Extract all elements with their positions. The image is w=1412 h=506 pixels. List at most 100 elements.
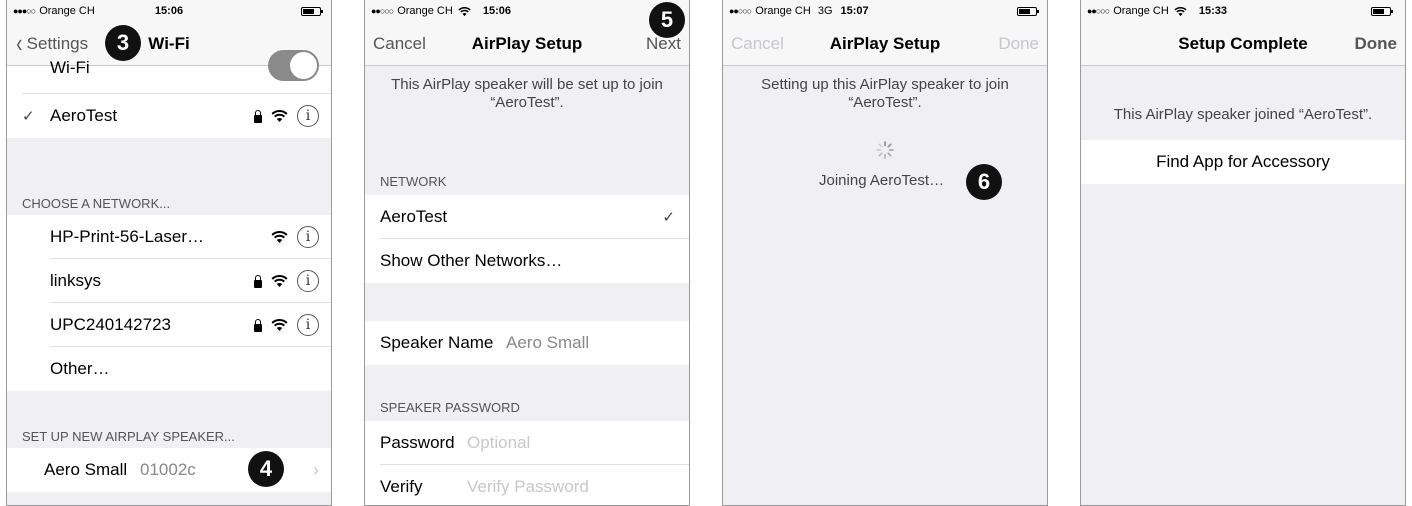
signal-dots-icon: ●●○○○	[729, 6, 752, 16]
cancel-button[interactable]: Cancel	[731, 34, 784, 54]
password-row[interactable]: Password Optional	[365, 421, 689, 465]
show-other-networks-row[interactable]: Show Other Networks…	[365, 239, 689, 283]
password-label: Password	[380, 433, 455, 452]
status-time: 15:33	[1198, 5, 1227, 17]
status-bar: ●●○○○ Orange CH 3G 15:07	[723, 0, 1047, 22]
complete-message: This AirPlay speaker joined “AeroTest”.	[1113, 106, 1373, 123]
network-type: 3G	[817, 5, 833, 17]
status-bar: ●●○○○ Orange CH 15:33	[1081, 0, 1405, 22]
network-name: UPC240142723	[50, 315, 171, 334]
status-time: 15:06	[482, 5, 511, 17]
find-app-row[interactable]: Find App for Accessory	[1081, 140, 1405, 184]
page-title: Wi-Fi	[148, 33, 190, 53]
other-network-row[interactable]: Other…	[7, 347, 331, 391]
wifi-signal-icon	[271, 231, 288, 243]
battery-icon	[301, 7, 323, 16]
network-row[interactable]: UPC240142723 i	[7, 303, 331, 347]
lock-icon	[254, 318, 262, 332]
info-icon[interactable]: i	[297, 105, 319, 127]
page-title: AirPlay Setup	[471, 33, 583, 53]
wifi-settings-screen: ●●●○○ Orange CH 15:06 ‹ Settings Wi-Fi W…	[6, 0, 332, 506]
toggle-knob	[290, 52, 317, 79]
navigation-bar: Cancel AirPlay Setup Done	[723, 22, 1047, 66]
network-icons: i	[254, 314, 319, 336]
setup-message: Setting up this AirPlay speaker to join …	[761, 76, 1009, 111]
step-badge: 3	[105, 25, 141, 61]
page-title: Setup Complete	[1178, 33, 1308, 53]
show-other-networks-label: Show Other Networks…	[380, 251, 563, 270]
network-icons: i	[271, 226, 319, 248]
navigation-bar: Setup Complete Done	[1081, 22, 1405, 66]
carrier-label: Orange CH	[1113, 5, 1169, 17]
back-button-label: Settings	[26, 33, 89, 53]
speaker-id: 01002c	[140, 460, 196, 479]
status-time: 15:07	[840, 5, 869, 17]
wifi-toggle[interactable]	[268, 50, 319, 81]
password-field[interactable]: Optional	[467, 433, 530, 453]
done-button[interactable]: Done	[998, 34, 1039, 54]
wifi-row-label: Wi-Fi	[50, 58, 90, 77]
done-button[interactable]: Done	[1355, 34, 1398, 54]
lock-icon	[254, 109, 262, 123]
network-icons: i	[254, 105, 319, 127]
carrier-label: Orange CH	[39, 5, 95, 17]
step-badge: 5	[649, 2, 685, 38]
wifi-signal-icon	[271, 319, 288, 331]
status-bar: ●●○○○ Orange CH 15:06	[365, 0, 689, 22]
wifi-toggle-row: Wi-Fi	[7, 50, 331, 94]
verify-password-field[interactable]: Verify Password	[467, 477, 589, 497]
wifi-signal-icon	[271, 275, 288, 287]
airplay-joining-screen: ●●○○○ Orange CH 3G 15:07 Cancel AirPlay …	[722, 0, 1048, 506]
battery-icon	[1371, 7, 1393, 16]
intro-text: This AirPlay speaker will be set up to j…	[391, 76, 663, 111]
speaker-name: Aero Small	[44, 460, 128, 479]
network-name: linksys	[50, 271, 102, 290]
carrier-label: Orange CH	[397, 5, 453, 17]
setup-complete-screen: ●●○○○ Orange CH 15:33 Setup Complete Don…	[1080, 0, 1406, 506]
network-row[interactable]: HP-Print-56-Laser… i	[7, 215, 331, 259]
step-badge: 4	[248, 451, 284, 487]
joining-status: Joining AeroTest…	[819, 172, 945, 189]
connected-network-name: AeroTest	[50, 106, 118, 125]
verify-row[interactable]: Verify Verify Password	[365, 465, 689, 505]
navigation-bar: Cancel AirPlay Setup Next	[365, 22, 689, 66]
info-icon[interactable]: i	[297, 226, 319, 248]
speaker-name-row[interactable]: Speaker Name Aero Small	[365, 321, 689, 365]
carrier-label: Orange CH	[755, 5, 811, 17]
find-app-button[interactable]: Find App for Accessory	[1156, 152, 1330, 172]
info-icon[interactable]: i	[297, 314, 319, 336]
signal-dots-icon: ●●○○○	[371, 6, 394, 16]
status-bar: ●●●○○ Orange CH 15:06	[7, 0, 331, 22]
wifi-signal-icon	[458, 6, 471, 16]
info-icon[interactable]: i	[297, 270, 319, 292]
wifi-signal-icon	[1174, 6, 1187, 16]
signal-dots-icon: ●●○○○	[1087, 6, 1110, 16]
airplay-speaker-header: SET UP NEW AIRPLAY SPEAKER...	[22, 429, 235, 444]
cancel-button[interactable]: Cancel	[373, 34, 426, 54]
network-header: NETWORK	[380, 174, 447, 189]
page-title: AirPlay Setup	[829, 33, 941, 53]
chevron-left-icon: ‹	[16, 28, 23, 58]
network-row[interactable]: linksys i	[7, 259, 331, 303]
status-time: 15:06	[154, 5, 184, 17]
connected-network-row[interactable]: ✓ AeroTest i	[7, 94, 331, 138]
speaker-name-label: Speaker Name	[380, 333, 494, 352]
back-button[interactable]: ‹ Settings	[15, 28, 89, 58]
step-badge: 6	[966, 164, 1002, 200]
spinner-icon	[876, 141, 894, 159]
lock-icon	[254, 274, 262, 288]
checkmark-icon: ✓	[662, 209, 675, 226]
speaker-password-header: SPEAKER PASSWORD	[380, 400, 520, 415]
network-icons: i	[254, 270, 319, 292]
selected-network-row[interactable]: AeroTest ✓	[365, 195, 689, 239]
chevron-right-icon: ›	[313, 459, 319, 480]
network-name: HP-Print-56-Laser…	[50, 227, 204, 246]
signal-dots-icon: ●●●○○	[13, 6, 36, 16]
verify-label: Verify	[380, 477, 423, 496]
selected-network-name: AeroTest	[380, 207, 448, 226]
checkmark-icon: ✓	[22, 108, 35, 125]
choose-network-header: CHOOSE A NETWORK...	[22, 196, 171, 211]
speaker-name-field[interactable]: Aero Small	[506, 333, 589, 353]
airplay-setup-screen: ●●○○○ Orange CH 15:06 Cancel AirPlay Set…	[364, 0, 690, 506]
other-network-label: Other…	[50, 359, 110, 378]
